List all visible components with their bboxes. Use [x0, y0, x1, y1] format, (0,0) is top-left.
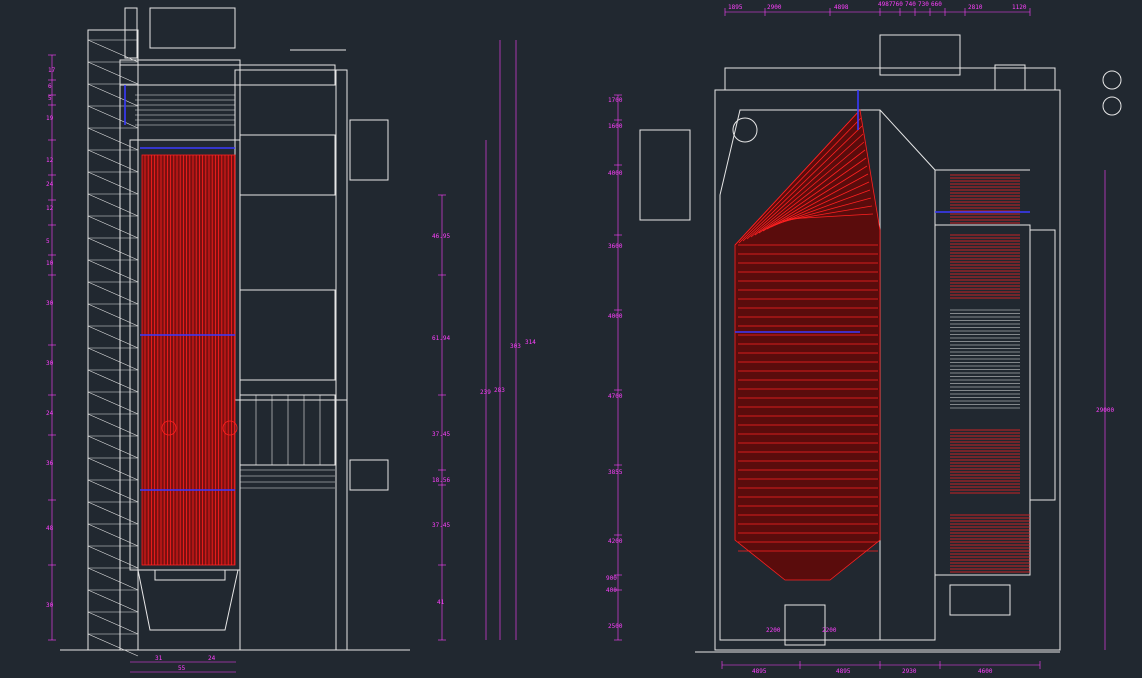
- dim-label: 4895: [752, 668, 767, 675]
- dim-label: 4000: [608, 313, 623, 320]
- dim-label: 1895: [728, 4, 743, 11]
- dim-label: 4200: [608, 538, 623, 545]
- dim-label: 36: [46, 460, 54, 467]
- drawing-line: [87, 589, 139, 613]
- dim-label: 2200: [766, 627, 781, 634]
- dim-label: 283: [494, 387, 505, 394]
- dim-label: 30: [46, 360, 54, 367]
- dim-label: 10: [46, 260, 54, 267]
- dim-label: 29000: [1096, 407, 1114, 414]
- dim-label: 3600: [608, 243, 623, 250]
- dim-label: 900: [606, 575, 617, 582]
- dim-label: 4895: [836, 668, 851, 675]
- dim-label: 46.95: [432, 233, 450, 240]
- dim-label: 55: [178, 665, 186, 672]
- left-vertical-dim-labels: 17 6 5 19 12 24 12 5 10 30 30 24 36 48 3…: [46, 67, 56, 609]
- dim-label: 24: [46, 410, 54, 417]
- dim-label: 1600: [608, 123, 623, 130]
- dim-label: 2810: [968, 4, 983, 11]
- drawing-line: [87, 611, 139, 635]
- dim-label: 2900: [767, 4, 782, 11]
- cad-drawing-canvas: 17 6 5 19 12 24 12 5 10 30 30 24 36 48 3…: [46, 1, 1122, 675]
- dim-label: 2200: [822, 627, 837, 634]
- dim-label: 3855: [608, 469, 623, 476]
- dim-label: 4000: [608, 170, 623, 177]
- dim-label: 2930: [902, 668, 917, 675]
- legend-circle-icon: [1102, 70, 1122, 90]
- dim-label: 61.94: [432, 335, 450, 342]
- dim-label: 400: [606, 587, 617, 594]
- drawing-line: [87, 127, 139, 151]
- dim-label: 1700: [608, 97, 623, 104]
- drawing-line: [87, 105, 139, 129]
- dim-label: 314: [525, 339, 536, 346]
- dim-label: 2500: [608, 623, 623, 630]
- drawing-line: [87, 83, 139, 107]
- drawing-line: [87, 39, 139, 63]
- dim-label: 30: [46, 602, 54, 609]
- dim-label: 4987: [878, 1, 893, 8]
- dim-label: 41: [437, 599, 445, 606]
- dim-label: 37.45: [432, 522, 450, 529]
- drawing-line: [87, 567, 139, 591]
- dim-label: 730: [918, 1, 929, 8]
- dim-label: 12: [46, 205, 54, 212]
- legend-hatched-circle-icon: [1102, 96, 1122, 116]
- dim-label: 760: [892, 1, 903, 8]
- dim-label: 740: [905, 1, 916, 8]
- dim-label: 48: [46, 525, 54, 532]
- dim-label: 6: [48, 83, 52, 90]
- drawing-line: [87, 633, 139, 657]
- dim-label: 303: [510, 343, 521, 350]
- dim-label: 239: [480, 389, 491, 396]
- dim-label: 30: [46, 300, 54, 307]
- dim-label: 660: [931, 1, 942, 8]
- right-top-dim-labels: 1895 2900 4898 4987 760 740 730 660 2810…: [728, 1, 1027, 11]
- dim-label: 31: [155, 655, 163, 662]
- dim-label: 24: [208, 655, 216, 662]
- dim-label: 19: [46, 115, 54, 122]
- dim-label: 5: [46, 238, 50, 245]
- right-bottom-dim-labels: 4895 4895 2200 2200 2930 4600: [752, 627, 993, 675]
- dim-label: 5: [48, 95, 52, 102]
- dim-label: 4600: [978, 668, 993, 675]
- dim-label: 37.45: [432, 431, 450, 438]
- dim-label: 4898: [834, 4, 849, 11]
- right-boiler-view: [614, 8, 1122, 669]
- dim-label: 24: [46, 181, 54, 188]
- dim-label: 4700: [608, 393, 623, 400]
- dim-label: 12: [46, 157, 54, 164]
- dim-label: 18.56: [432, 477, 450, 484]
- dim-label: 1120: [1012, 4, 1027, 11]
- dim-label: 17: [48, 67, 56, 74]
